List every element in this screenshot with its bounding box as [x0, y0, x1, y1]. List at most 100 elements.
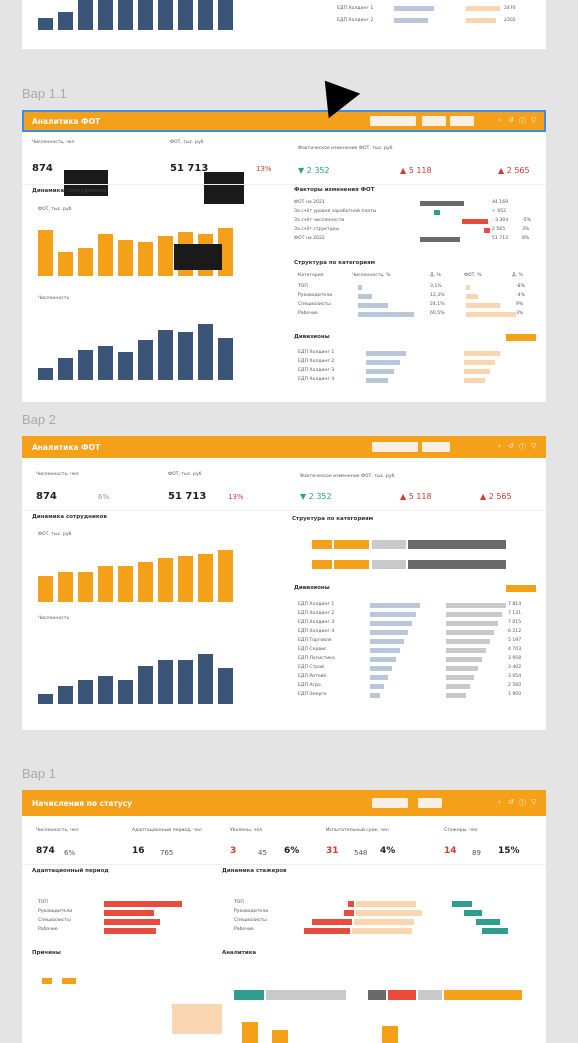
factors-title: Факторы изменения ФОТ — [294, 187, 375, 193]
v1-bar-left — [104, 910, 154, 916]
filter-icon[interactable]: ▽ — [531, 116, 536, 124]
struct-bar-fot — [466, 312, 516, 317]
column — [78, 248, 93, 276]
factor-bar — [462, 219, 488, 224]
v1-kpi-label: Численность, чел — [36, 828, 79, 833]
v2-div-bar-fot — [446, 621, 498, 626]
div-bar — [366, 360, 400, 365]
v1-kpi-label: Стажеры, чел — [444, 828, 478, 833]
column — [178, 0, 193, 30]
v2-dev-1: ▼ 2 352 — [300, 492, 332, 501]
struct-title: Структура по категориям — [294, 260, 376, 266]
v1-back-icon[interactable]: ‹ — [498, 798, 501, 806]
v2-div-bar — [370, 639, 404, 644]
v1-kpi-b: 6% — [64, 849, 76, 857]
v1-plan-seg — [266, 990, 346, 1000]
v2-filter-period[interactable] — [372, 442, 418, 452]
v1-filter-icon[interactable]: ▽ — [531, 798, 536, 806]
v2-hc-value: 874 — [36, 491, 57, 502]
column — [138, 340, 153, 380]
dashboard-v1-header: Начисления по статусу — [22, 790, 546, 816]
v2-back-icon[interactable]: ‹ — [498, 442, 501, 450]
v2-filter-year[interactable] — [422, 442, 450, 452]
v1-bar-r2 — [356, 901, 416, 907]
v1-bar-r2 — [356, 910, 422, 916]
v1-plan-seg — [368, 990, 386, 1000]
v2-div-label: ЕДП Холдинг 1 — [298, 602, 335, 607]
column — [58, 12, 73, 30]
v1-cat-left: Рабочие — [38, 927, 58, 932]
v1-table-bar — [172, 1004, 222, 1034]
v2-div-toggle[interactable] — [506, 585, 536, 592]
dashboard-v2-header: Аналитика ФОТ — [22, 436, 546, 458]
v1-bar-r3 — [476, 919, 500, 925]
struct-bar-fot — [466, 303, 500, 308]
v1-col — [272, 1030, 288, 1043]
v2-div-title: Дивизионы — [294, 585, 330, 591]
tooltip-fot — [204, 172, 244, 204]
column — [58, 686, 73, 704]
column — [78, 680, 93, 704]
filter-period[interactable] — [370, 116, 416, 126]
v2-reset-icon[interactable]: ↺ — [508, 442, 514, 450]
v2-div-label: ЕДП Сервис — [298, 647, 327, 652]
div-toggle[interactable] — [506, 334, 536, 341]
v2-hc-chart-title: Численность — [38, 616, 70, 621]
v2-div-bar-fot — [446, 675, 474, 680]
v2-filter-icon[interactable]: ▽ — [531, 442, 536, 450]
v1-kpi-a: 31 — [326, 846, 339, 856]
dev-value-1: ▼ 2 352 — [298, 166, 330, 175]
column — [158, 236, 173, 276]
v1-bar-r1 — [344, 910, 354, 916]
v2-div-bar-fot — [446, 657, 482, 662]
v2-div-label: ЕДП Холдинг 3 — [298, 620, 335, 625]
struct-pct: 24,1% — [430, 302, 445, 307]
v1-col — [382, 1026, 398, 1043]
reset-icon[interactable]: ↺ — [508, 116, 514, 124]
v1-kpi-label: Адаптационный период, чел — [132, 828, 202, 833]
column — [98, 234, 113, 276]
div-bar-fot — [464, 360, 495, 365]
v2-div-bar — [370, 612, 416, 617]
info-icon[interactable]: ⓘ — [519, 116, 526, 126]
v1-small-bar — [42, 978, 52, 984]
section-label-v2: Вар 2 — [22, 412, 56, 427]
v1-info-icon[interactable]: ⓘ — [519, 798, 526, 808]
v1-reset-icon[interactable]: ↺ — [508, 798, 514, 806]
v1-plan-title: Аналитика — [222, 950, 257, 956]
v2-div-bar — [370, 648, 400, 653]
factor-bar — [484, 228, 490, 233]
filter-division[interactable] — [450, 116, 474, 126]
v2-div-value: 3 958 — [508, 656, 522, 661]
column — [158, 558, 173, 602]
v1-bar-r2 — [352, 928, 412, 934]
v2-div-bar — [370, 657, 396, 662]
div-row-label: ЕДП Холдинг 3 — [298, 368, 335, 373]
v1-plan-seg — [388, 990, 416, 1000]
struct-pct: 60,5% — [430, 311, 445, 316]
v1-filter-year[interactable] — [418, 798, 442, 808]
struct-header: Д, % — [430, 273, 441, 278]
v2-div-value: 3 402 — [508, 665, 522, 670]
back-icon[interactable]: ‹ — [498, 116, 501, 124]
v1-col — [242, 1022, 258, 1043]
v2-div-bar — [370, 621, 412, 626]
struct-cat: Рабочие — [298, 311, 318, 316]
v1-bar-r3 — [452, 901, 472, 907]
column — [198, 0, 213, 30]
v2-div-bar — [370, 630, 408, 635]
dashboard-v2: Аналитика ФОТ ‹ ↺ ⓘ ▽ Численность, чел 8… — [22, 436, 546, 730]
struct-header: Численность, % — [352, 273, 391, 278]
column — [138, 0, 153, 30]
struct-bar-fot — [466, 294, 478, 299]
headcount-label: Численность, чел — [32, 140, 75, 145]
struct-delta: 3% — [516, 311, 524, 316]
filter-year[interactable] — [422, 116, 446, 126]
column — [58, 252, 73, 276]
v2-info-icon[interactable]: ⓘ — [519, 442, 526, 452]
v1-filter-period[interactable] — [372, 798, 408, 808]
v2-hc-delta: 6% — [98, 493, 110, 501]
v2-hc-label: Численность, чел — [36, 472, 79, 477]
v1-bar-r1 — [348, 901, 354, 907]
column — [218, 338, 233, 380]
